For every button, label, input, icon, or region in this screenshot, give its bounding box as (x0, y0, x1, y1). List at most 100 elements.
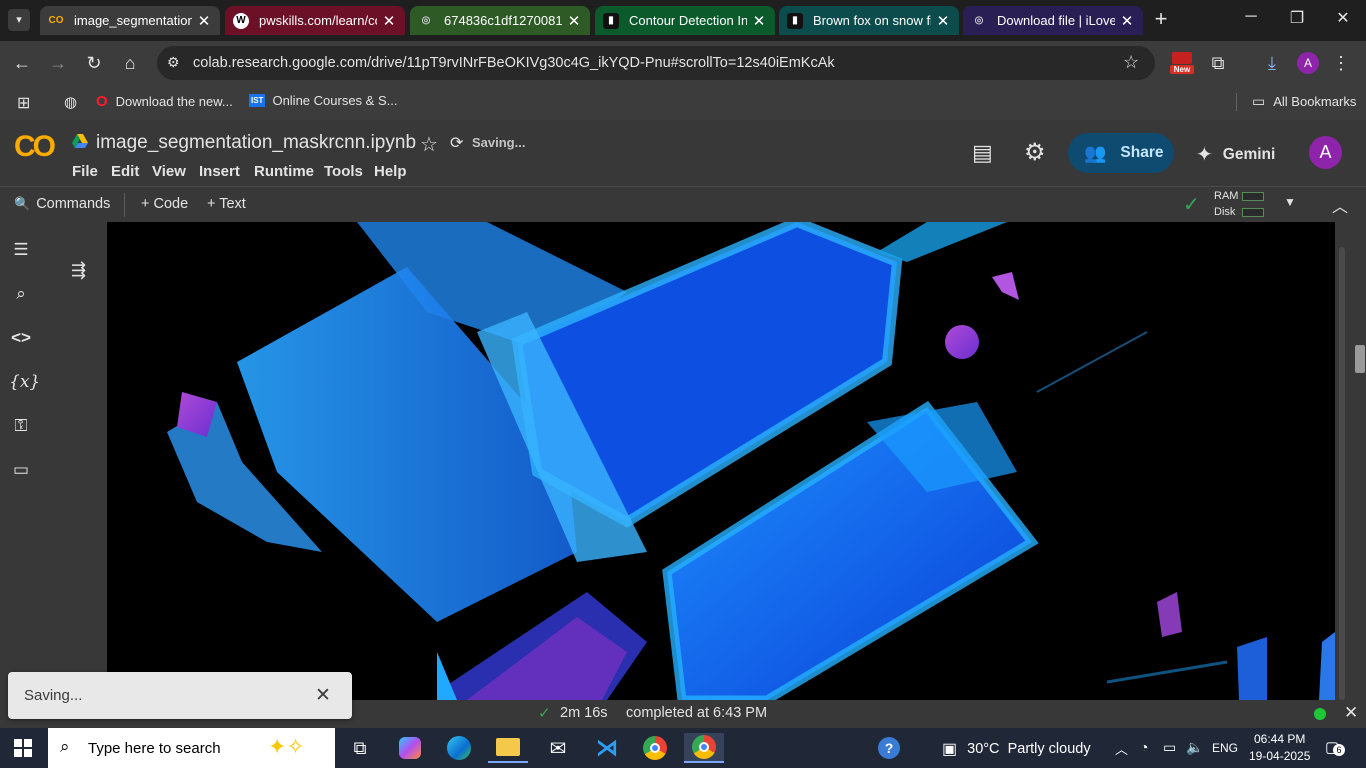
commands-button[interactable]: 🔍 Commands (14, 196, 110, 212)
close-icon[interactable]: ✕ (1119, 12, 1135, 30)
collapse-header-icon[interactable]: ︿ (1332, 193, 1348, 217)
opera-icon: O (96, 93, 108, 110)
table-of-contents-icon[interactable]: ☰ (9, 238, 33, 262)
download-icon[interactable]: ⤓ (1260, 51, 1284, 75)
close-icon[interactable]: ✕ (381, 12, 397, 30)
tab-search-button[interactable]: ▾ (8, 9, 30, 31)
language-indicator[interactable]: ENG (1212, 741, 1238, 755)
user-avatar[interactable]: A (1309, 136, 1342, 169)
gemini-button[interactable]: ✦ Gemini (1196, 142, 1275, 167)
close-icon[interactable]: ✕ (196, 12, 212, 30)
bookmark-star-icon[interactable]: ☆ (1123, 52, 1139, 73)
task-view-icon[interactable]: ⧉ (340, 733, 380, 763)
taskbar-search-box[interactable]: ⌕ Type here to search ✦✧ (48, 728, 335, 768)
menu-runtime[interactable]: Runtime (254, 163, 314, 180)
back-icon[interactable]: ← (10, 51, 34, 75)
menu-help[interactable]: Help (374, 163, 407, 180)
site-info-icon[interactable]: ⚙ (167, 54, 180, 71)
chrome-active-icon[interactable] (684, 733, 724, 763)
execution-duration: 2m 16s (560, 705, 608, 721)
scrollbar-thumb[interactable] (1355, 345, 1365, 373)
show-hidden-icons[interactable]: ︿ (1115, 739, 1128, 758)
notebook-title[interactable]: image_segmentation_maskrcnn.ipynb (96, 132, 416, 154)
browser-toolbar: ← → ↻ ⌂ ⚙ colab.research.google.com/driv… (0, 41, 1366, 85)
wordpress-favicon-icon: W (233, 12, 249, 29)
bookmark-download[interactable]: O Download the new... (96, 93, 233, 110)
weather-widget[interactable]: ▣ 30°C Partly cloudy (942, 739, 1091, 759)
battery-icon[interactable]: ▭ (1163, 739, 1176, 756)
settings-gear-icon[interactable]: ⚙ (1024, 138, 1046, 167)
extensions-puzzle-icon[interactable]: ⧉ (1206, 51, 1230, 75)
search-highlight-icon: ✦✧ (268, 734, 305, 759)
secrets-key-icon[interactable]: ⚿ (9, 414, 33, 438)
add-text-button[interactable]: + Text (207, 196, 246, 212)
clock-date: 19-04-2025 (1249, 749, 1311, 763)
windows-start-icon[interactable] (14, 739, 32, 762)
output-actions-icon[interactable]: ⇶ (71, 260, 86, 281)
colab-logo[interactable]: CO (14, 130, 56, 164)
tab-title: pwskills.com/learn/co (259, 13, 377, 28)
cell-gutter: ⇶ (43, 222, 107, 700)
tab-brown-fox[interactable]: ▮ Brown fox on snow fi ✕ (779, 6, 959, 35)
globe-icon[interactable]: ◍ (64, 93, 77, 111)
menu-tools[interactable]: Tools (324, 163, 363, 180)
disk-bar (1242, 207, 1264, 217)
bookmark-online-courses[interactable]: IST Online Courses & S... (249, 93, 397, 108)
tab-ilove[interactable]: ◎ Download file | iLove ✕ (963, 6, 1143, 35)
runtime-dropdown-icon[interactable]: ▼ (1284, 195, 1296, 209)
clock[interactable]: 06:44 PM 19-04-2025 (1249, 732, 1310, 763)
close-icon[interactable]: ✕ (935, 12, 951, 30)
new-tab-button[interactable]: + (1150, 8, 1172, 32)
star-icon[interactable]: ☆ (420, 132, 438, 157)
toast-close-button[interactable]: ✕ (315, 684, 331, 707)
close-icon[interactable]: ✕ (751, 12, 767, 30)
add-code-button[interactable]: + Code (141, 196, 188, 212)
menu-view[interactable]: View (152, 163, 186, 180)
share-button[interactable]: 👥 Share (1068, 133, 1174, 173)
tab-file-674836[interactable]: ◎ 674836c1df12700814 ✕ (410, 6, 590, 35)
menu-file[interactable]: File (72, 163, 98, 180)
tab-contour-detection[interactable]: ▮ Contour Detection In ✕ (595, 6, 775, 35)
minimize-button[interactable]: ─ (1236, 8, 1266, 32)
close-icon[interactable]: ✕ (566, 12, 582, 30)
find-replace-icon[interactable]: ⌕ (9, 282, 33, 306)
chrome-icon[interactable] (635, 733, 675, 763)
mail-icon[interactable]: ✉ (538, 733, 578, 763)
more-menu-icon[interactable]: ⋮ (1329, 51, 1353, 75)
restore-button[interactable]: ❐ (1282, 8, 1312, 32)
edge-icon[interactable] (439, 733, 479, 763)
close-window-button[interactable]: ✕ (1328, 8, 1358, 32)
connection-status-dot[interactable] (1314, 708, 1326, 720)
volume-icon[interactable]: 🔈 (1186, 739, 1203, 756)
weather-text: 30°C Partly cloudy (967, 741, 1091, 757)
resource-monitor[interactable]: RAM Disk (1214, 188, 1270, 222)
tab-pwskills[interactable]: W pwskills.com/learn/co ✕ (225, 6, 405, 35)
apps-grid-icon[interactable]: ⊞ (17, 93, 30, 113)
menu-insert[interactable]: Insert (199, 163, 240, 180)
close-icon[interactable]: ✕ (1344, 703, 1358, 723)
vertical-scrollbar[interactable] (1335, 222, 1366, 700)
files-folder-icon[interactable]: ▭ (9, 458, 33, 482)
copilot-icon[interactable] (390, 733, 430, 763)
address-bar[interactable]: ⚙ colab.research.google.com/drive/11pT9r… (157, 46, 1155, 80)
reload-icon[interactable]: ↻ (82, 51, 106, 75)
notifications-icon[interactable]: ▢ 6 (1325, 738, 1345, 758)
menu-edit[interactable]: Edit (111, 163, 139, 180)
weather-icon: ▣ (942, 741, 958, 758)
code-snippets-icon[interactable]: <> (9, 326, 33, 350)
help-icon[interactable]: ? (878, 737, 900, 759)
network-icon[interactable]: ◔ (1140, 739, 1148, 755)
tab-colab[interactable]: CO image_segmentation_ ✕ (40, 6, 220, 35)
profile-avatar[interactable]: A (1297, 52, 1319, 74)
variables-icon[interactable]: {x} (9, 370, 40, 394)
divider (1236, 93, 1237, 111)
file-explorer-icon[interactable] (488, 733, 528, 763)
extension-new-icon[interactable]: New (1170, 52, 1194, 76)
all-bookmarks[interactable]: ▭ All Bookmarks (1252, 93, 1356, 110)
vscode-icon[interactable]: ⋊ (587, 733, 627, 763)
globe-icon: ◎ (974, 15, 984, 26)
success-check-icon: ✓ (538, 705, 551, 722)
forward-icon[interactable]: → (46, 51, 70, 75)
comments-icon[interactable]: ▤ (972, 140, 993, 166)
home-icon[interactable]: ⌂ (118, 51, 142, 75)
